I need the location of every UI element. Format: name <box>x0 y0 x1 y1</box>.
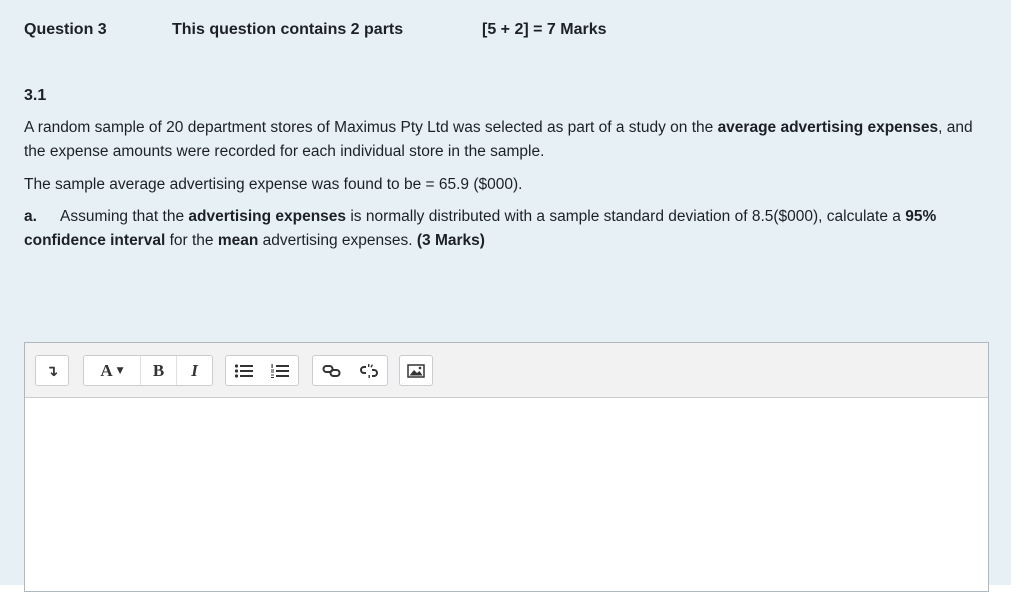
editor-toolbar: ↴ A ▼ B I <box>25 343 988 398</box>
toolbar-group-lists <box>225 355 299 386</box>
italic-button[interactable]: I <box>176 356 212 385</box>
ordered-list-icon <box>271 363 289 378</box>
answer-text-area[interactable] <box>25 398 988 593</box>
bold-text: average advertising expenses <box>717 119 939 136</box>
question-paragraph-1: A random sample of 20 department stores … <box>24 116 984 164</box>
expand-toolbar-button[interactable]: ↴ <box>36 356 68 385</box>
unlink-icon <box>359 363 378 378</box>
link-button[interactable] <box>313 356 350 385</box>
chevron-down-icon: ▼ <box>116 365 124 376</box>
bold-text: advertising expenses <box>188 208 347 225</box>
bold-icon: B <box>152 360 165 380</box>
question-number: Question 3 <box>24 21 107 38</box>
unordered-list-icon <box>234 363 253 378</box>
question-paragraph-2: The sample average advertising expense w… <box>24 176 523 193</box>
text: is normally distributed with a sample st… <box>346 208 906 225</box>
unlink-button[interactable] <box>350 356 387 385</box>
text: for the <box>165 232 218 249</box>
expand-toolbar-icon: ↴ <box>45 361 59 380</box>
question-part-a: a. Assuming that the advertising expenses… <box>24 205 984 253</box>
question-parts-info: This question contains 2 parts <box>172 21 404 38</box>
text: advertising expenses. <box>258 232 417 249</box>
bold-button[interactable]: B <box>140 356 176 385</box>
question-marks: [5 + 2] = 7 Marks <box>482 21 607 38</box>
toolbar-group-media <box>399 355 433 386</box>
insert-image-button[interactable] <box>400 356 432 385</box>
unordered-list-button[interactable] <box>226 356 262 385</box>
section-number: 3.1 <box>24 87 47 104</box>
text: Assuming that the <box>60 208 189 225</box>
answer-editor: ↴ A ▼ B I <box>24 342 989 592</box>
text: A random sample of 20 department stores … <box>24 119 718 136</box>
link-icon <box>322 364 340 377</box>
ordered-list-button[interactable] <box>262 356 298 385</box>
bold-text: (3 Marks) <box>416 232 485 249</box>
toolbar-group-style: A ▼ B I <box>83 355 213 386</box>
font-style-icon: A <box>100 360 113 380</box>
bold-text: mean <box>217 232 259 249</box>
toolbar-group-toggle: ↴ <box>35 355 69 386</box>
italic-icon: I <box>191 360 198 380</box>
toolbar-group-links <box>312 355 388 386</box>
part-label: a. <box>24 208 37 225</box>
font-style-button[interactable]: A ▼ <box>84 356 140 385</box>
question-panel: Question 3 This question contains 2 part… <box>0 0 1011 592</box>
image-icon <box>407 363 425 378</box>
